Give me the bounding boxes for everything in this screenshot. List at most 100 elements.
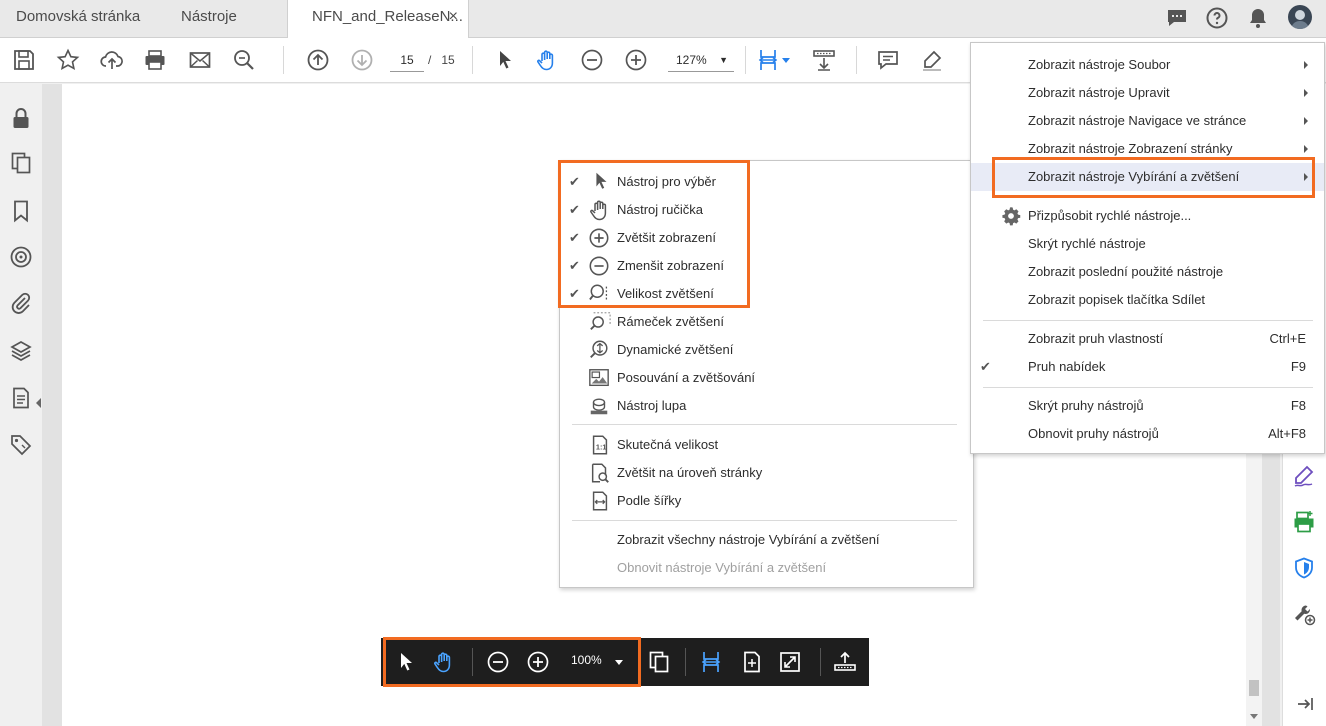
menu-item-actual-size[interactable]: 1:1 Skutečná velikost [560, 431, 973, 459]
left-navigation-panel [0, 84, 42, 726]
pages-icon[interactable] [9, 151, 33, 175]
floating-toolbar-highlight [383, 637, 641, 687]
menu-item-label: Pruh nabídek [1028, 359, 1106, 374]
close-tab-icon[interactable]: × [449, 0, 458, 34]
menu-item-properties-bar[interactable]: Zobrazit pruh vlastností Ctrl+E [971, 325, 1324, 353]
menu-item-reset: Obnovit nástroje Vybírání a zvětšení [560, 554, 973, 582]
hand-tool-icon[interactable] [535, 48, 559, 72]
shortcut-label: Alt+F8 [1268, 426, 1306, 441]
menu-item-navigation-tools[interactable]: Zobrazit nástroje Navigace ve stránce [971, 107, 1324, 135]
menu-item-share-label[interactable]: Zobrazit popisek tlačítka Sdílet [971, 286, 1324, 314]
toolbar-divider [820, 648, 821, 676]
menu-item-menu-bar[interactable]: ✔ Pruh nabídek F9 [971, 353, 1324, 381]
menu-item-label: Zobrazit popisek tlačítka Sdílet [1028, 292, 1206, 307]
scroll-down-icon[interactable] [1250, 714, 1258, 719]
share-upload-icon[interactable] [833, 650, 857, 674]
menu-item-loupe[interactable]: Nástroj lupa [560, 392, 973, 420]
menu-separator [572, 520, 957, 521]
lock-icon[interactable] [9, 106, 33, 130]
expand-panel-icon[interactable] [1295, 694, 1315, 714]
search-icon[interactable] [232, 48, 256, 72]
menu-item-label: Posouvání a zvětšování [617, 370, 756, 385]
star-icon[interactable] [56, 48, 80, 72]
comment-icon[interactable] [876, 48, 900, 72]
page-number-input[interactable]: 15 [390, 49, 424, 72]
fill-sign-icon[interactable] [1292, 464, 1316, 488]
menu-item-reset-toolbars[interactable]: Obnovit pruhy nástrojů Alt+F8 [971, 420, 1324, 448]
attachment-icon[interactable] [9, 291, 33, 315]
tab-home[interactable]: Domovská stránka [0, 0, 156, 38]
fit-width-icon[interactable] [699, 650, 723, 674]
tag-icon[interactable] [9, 433, 33, 457]
tab-tools[interactable]: Nástroje [165, 0, 253, 38]
export-pdf-icon[interactable] [1292, 510, 1316, 534]
bookmark-icon[interactable] [9, 199, 33, 223]
zoom-in-icon[interactable] [624, 48, 648, 72]
fit-width-icon [589, 490, 611, 512]
menu-item-file-tools[interactable]: Zobrazit nástroje Soubor [971, 51, 1324, 79]
protect-shield-icon[interactable] [1292, 556, 1316, 580]
menu-item-dynamic-zoom[interactable]: Dynamické zvětšení [560, 336, 973, 364]
menu-item-label: Zobrazit nástroje Upravit [1028, 85, 1170, 100]
menu-item-label: Zobrazit všechny nástroje Vybírání a zvě… [617, 532, 880, 547]
menu-item-hide-toolbars[interactable]: Skrýt pruhy nástrojů F8 [971, 392, 1324, 420]
notification-bell-icon[interactable] [1246, 6, 1270, 30]
collapse-panel-icon[interactable] [36, 398, 41, 408]
submenu-arrow-icon [1304, 145, 1308, 153]
marquee-zoom-icon [588, 311, 612, 333]
menu-item-hide-quick-tools[interactable]: Skrýt rychlé nástroje [971, 230, 1324, 258]
scrollbar-thumb[interactable] [1249, 680, 1259, 696]
menu-item-fit-page[interactable]: Zvětšit na úroveň stránky [560, 459, 973, 487]
menu-item-label: Zobrazit pruh vlastností [1028, 331, 1164, 346]
chevron-down-icon: ▼ [719, 55, 728, 65]
shortcut-label: Ctrl+E [1269, 331, 1306, 346]
menu-separator [983, 320, 1313, 321]
fit-page-icon[interactable] [740, 650, 764, 674]
fit-width-icon[interactable] [756, 48, 780, 72]
toolbar-divider [472, 46, 473, 74]
menu-item-show-all[interactable]: Zobrazit všechny nástroje Vybírání a zvě… [560, 526, 973, 554]
layers-icon[interactable] [9, 339, 33, 363]
mail-icon[interactable] [188, 48, 212, 72]
gear-icon [1001, 206, 1021, 226]
comment-bubble-icon[interactable] [1165, 6, 1189, 30]
save-icon[interactable] [12, 48, 36, 72]
more-tools-icon[interactable] [1292, 602, 1316, 626]
toolbar-divider [856, 46, 857, 74]
menu-item-label: Rámeček zvětšení [617, 314, 724, 329]
page-total: 15 [441, 53, 455, 67]
next-page-icon[interactable] [350, 48, 374, 72]
menu-item-label: Podle šířky [617, 493, 682, 508]
highlight-pen-icon[interactable] [920, 48, 944, 72]
full-screen-icon[interactable] [778, 650, 802, 674]
shortcut-label: F9 [1290, 359, 1306, 374]
target-icon[interactable] [9, 245, 33, 269]
menu-item-pan-zoom[interactable]: Posouvání a zvětšování [560, 364, 973, 392]
menu-item-fit-width[interactable]: Podle šířky [560, 487, 973, 515]
pages-icon[interactable] [647, 650, 671, 674]
toolbar-context-menu: Zobrazit nástroje Soubor Zobrazit nástro… [970, 42, 1325, 454]
cloud-upload-icon[interactable] [100, 48, 124, 72]
select-arrow-icon[interactable] [493, 48, 517, 72]
previous-page-icon[interactable] [306, 48, 330, 72]
loupe-icon [588, 395, 610, 417]
menu-item-label: Přizpůsobit rychlé nástroje... [1028, 208, 1192, 223]
tab-document[interactable]: NFN_and_ReleaseN... × [287, 0, 469, 39]
scroll-mode-icon[interactable] [812, 48, 836, 72]
menu-item-edit-tools[interactable]: Zobrazit nástroje Upravit [971, 79, 1324, 107]
menu-item-marquee-zoom[interactable]: Rámeček zvětšení [560, 308, 973, 336]
menu-item-label: Obnovit pruhy nástrojů [1028, 426, 1159, 441]
avatar[interactable] [1288, 5, 1312, 29]
help-icon[interactable] [1205, 6, 1229, 30]
menu-item-customize-quick-tools[interactable]: Přizpůsobit rychlé nástroje... [971, 202, 1324, 230]
menu-item-label: Zobrazit nástroje Navigace ve stránce [1028, 113, 1247, 128]
print-icon[interactable] [143, 48, 167, 72]
menu-item-recent-tools[interactable]: Zobrazit poslední použité nástroje [971, 258, 1324, 286]
fit-dropdown-icon[interactable] [782, 58, 790, 63]
page-count: / 15 [428, 49, 455, 71]
menu-separator [983, 387, 1313, 388]
zoom-level-select[interactable]: 127% ▼ [668, 49, 734, 72]
svg-text:1:1: 1:1 [596, 443, 607, 452]
zoom-out-icon[interactable] [580, 48, 604, 72]
document-icon[interactable] [9, 386, 33, 410]
